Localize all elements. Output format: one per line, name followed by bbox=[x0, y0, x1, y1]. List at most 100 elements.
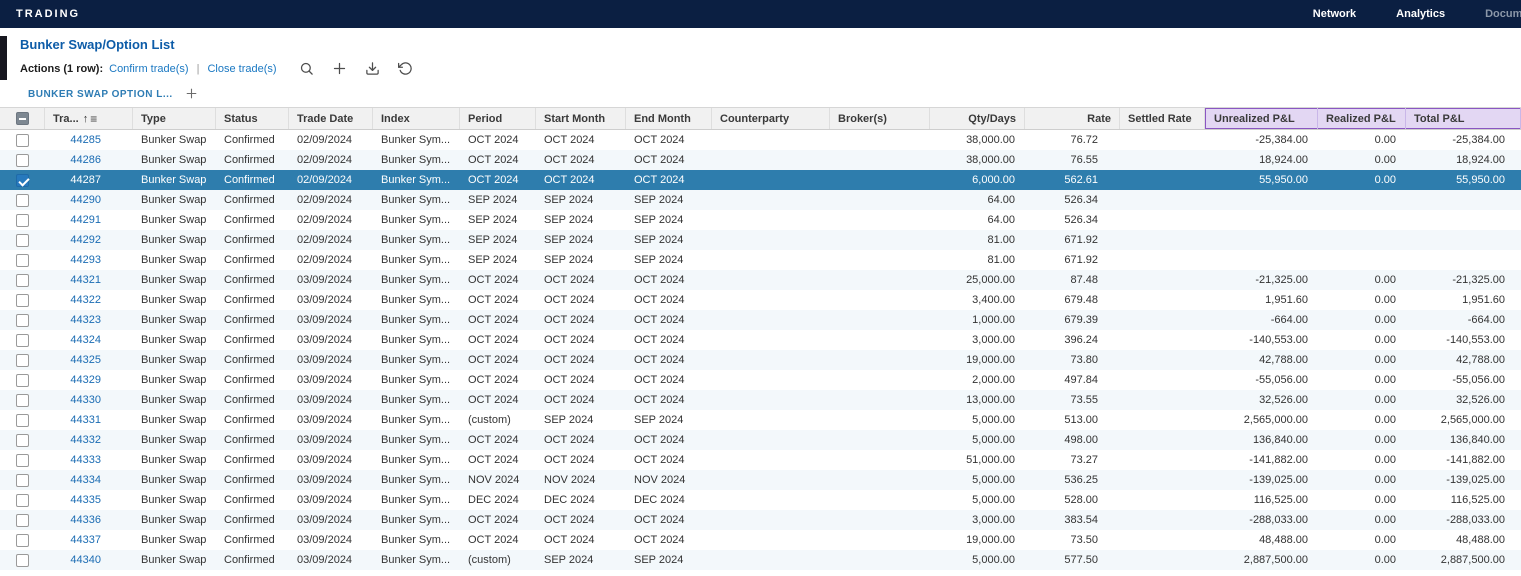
cell-brokers bbox=[830, 470, 930, 490]
row-checkbox[interactable] bbox=[16, 294, 29, 307]
cell-trade-id[interactable]: 44291 bbox=[45, 210, 133, 230]
table-row[interactable]: 44292 Bunker Swap Confirmed 02/09/2024 B… bbox=[0, 230, 1521, 250]
table-row[interactable]: 44331 Bunker Swap Confirmed 03/09/2024 B… bbox=[0, 410, 1521, 430]
table-row[interactable]: 44323 Bunker Swap Confirmed 03/09/2024 B… bbox=[0, 310, 1521, 330]
select-all-checkbox[interactable] bbox=[16, 112, 29, 125]
cell-trade-id[interactable]: 44292 bbox=[45, 230, 133, 250]
cell-trade-id[interactable]: 44322 bbox=[45, 290, 133, 310]
table-row[interactable]: 44336 Bunker Swap Confirmed 03/09/2024 B… bbox=[0, 510, 1521, 530]
cell-trade-id[interactable]: 44321 bbox=[45, 270, 133, 290]
col-header-start-month[interactable]: Start Month bbox=[536, 108, 626, 129]
nav-analytics[interactable]: Analytics bbox=[1396, 8, 1445, 20]
cell-trade-id[interactable]: 44323 bbox=[45, 310, 133, 330]
table-row[interactable]: 44334 Bunker Swap Confirmed 03/09/2024 B… bbox=[0, 470, 1521, 490]
cell-trade-id[interactable]: 44333 bbox=[45, 450, 133, 470]
table-row[interactable]: 44286 Bunker Swap Confirmed 02/09/2024 B… bbox=[0, 150, 1521, 170]
table-row[interactable]: 44322 Bunker Swap Confirmed 03/09/2024 B… bbox=[0, 290, 1521, 310]
table-row[interactable]: 44325 Bunker Swap Confirmed 03/09/2024 B… bbox=[0, 350, 1521, 370]
cell-trade-id[interactable]: 44337 bbox=[45, 530, 133, 550]
col-header-type[interactable]: Type bbox=[133, 108, 216, 129]
col-header-status[interactable]: Status bbox=[216, 108, 289, 129]
col-header-unrealized-pl[interactable]: Unrealized P&L bbox=[1205, 108, 1318, 129]
row-checkbox[interactable] bbox=[16, 174, 29, 187]
table-row[interactable]: 44293 Bunker Swap Confirmed 02/09/2024 B… bbox=[0, 250, 1521, 270]
table-row[interactable]: 44291 Bunker Swap Confirmed 02/09/2024 B… bbox=[0, 210, 1521, 230]
row-checkbox[interactable] bbox=[16, 254, 29, 267]
row-checkbox[interactable] bbox=[16, 234, 29, 247]
row-checkbox[interactable] bbox=[16, 414, 29, 427]
row-checkbox[interactable] bbox=[16, 354, 29, 367]
col-header-total-pl[interactable]: Total P&L bbox=[1406, 108, 1521, 129]
col-header-trade-id[interactable]: Tra... ↑ ≡ bbox=[45, 108, 133, 129]
cell-trade-id[interactable]: 44286 bbox=[45, 150, 133, 170]
left-panel-handle[interactable] bbox=[0, 36, 7, 80]
cell-trade-id[interactable]: 44325 bbox=[45, 350, 133, 370]
row-checkbox[interactable] bbox=[16, 534, 29, 547]
row-checkbox[interactable] bbox=[16, 514, 29, 527]
row-checkbox[interactable] bbox=[16, 474, 29, 487]
cell-trade-id[interactable]: 44335 bbox=[45, 490, 133, 510]
cell-trade-id[interactable]: 44340 bbox=[45, 550, 133, 570]
table-row[interactable]: 44340 Bunker Swap Confirmed 03/09/2024 B… bbox=[0, 550, 1521, 570]
row-checkbox[interactable] bbox=[16, 274, 29, 287]
cell-trade-id[interactable]: 44329 bbox=[45, 370, 133, 390]
col-header-brokers[interactable]: Broker(s) bbox=[830, 108, 930, 129]
col-header-index[interactable]: Index bbox=[373, 108, 460, 129]
download-icon[interactable] bbox=[365, 61, 381, 77]
cell-trade-id[interactable]: 44293 bbox=[45, 250, 133, 270]
cell-trade-id[interactable]: 44290 bbox=[45, 190, 133, 210]
table-row[interactable]: 44333 Bunker Swap Confirmed 03/09/2024 B… bbox=[0, 450, 1521, 470]
close-trades-link[interactable]: Close trade(s) bbox=[207, 63, 276, 75]
table-row[interactable]: 44285 Bunker Swap Confirmed 02/09/2024 B… bbox=[0, 130, 1521, 150]
col-header-qty-days[interactable]: Qty/Days bbox=[930, 108, 1025, 129]
row-checkbox[interactable] bbox=[16, 194, 29, 207]
table-row[interactable]: 44287 Bunker Swap Confirmed 02/09/2024 B… bbox=[0, 170, 1521, 190]
row-checkbox[interactable] bbox=[16, 334, 29, 347]
row-checkbox[interactable] bbox=[16, 134, 29, 147]
cell-start-month: NOV 2024 bbox=[536, 470, 626, 490]
table-row[interactable]: 44332 Bunker Swap Confirmed 03/09/2024 B… bbox=[0, 430, 1521, 450]
search-icon[interactable] bbox=[299, 61, 315, 77]
row-checkbox[interactable] bbox=[16, 494, 29, 507]
col-header-settled-rate[interactable]: Settled Rate bbox=[1120, 108, 1205, 129]
cell-trade-id[interactable]: 44324 bbox=[45, 330, 133, 350]
table-row[interactable]: 44324 Bunker Swap Confirmed 03/09/2024 B… bbox=[0, 330, 1521, 350]
col-header-trade-date[interactable]: Trade Date bbox=[289, 108, 373, 129]
cell-trade-id[interactable]: 44330 bbox=[45, 390, 133, 410]
cell-qty-days: 38,000.00 bbox=[930, 130, 1025, 150]
col-header-end-month[interactable]: End Month bbox=[626, 108, 712, 129]
row-checkbox[interactable] bbox=[16, 394, 29, 407]
col-header-rate[interactable]: Rate bbox=[1025, 108, 1120, 129]
tab-bunker-swap-option-list[interactable]: BUNKER SWAP OPTION L... bbox=[28, 89, 173, 100]
cell-trade-id[interactable]: 44334 bbox=[45, 470, 133, 490]
table-row[interactable]: 44290 Bunker Swap Confirmed 02/09/2024 B… bbox=[0, 190, 1521, 210]
cell-trade-id[interactable]: 44336 bbox=[45, 510, 133, 530]
row-checkbox[interactable] bbox=[16, 454, 29, 467]
table-row[interactable]: 44337 Bunker Swap Confirmed 03/09/2024 B… bbox=[0, 530, 1521, 550]
table-row[interactable]: 44321 Bunker Swap Confirmed 03/09/2024 B… bbox=[0, 270, 1521, 290]
row-checkbox[interactable] bbox=[16, 374, 29, 387]
nav-network[interactable]: Network bbox=[1313, 8, 1356, 20]
add-tab-icon[interactable] bbox=[185, 87, 198, 103]
row-checkbox[interactable] bbox=[16, 314, 29, 327]
cell-trade-id[interactable]: 44287 bbox=[45, 170, 133, 190]
table-row[interactable]: 44329 Bunker Swap Confirmed 03/09/2024 B… bbox=[0, 370, 1521, 390]
col-header-counterparty[interactable]: Counterparty bbox=[712, 108, 830, 129]
cell-trade-id[interactable]: 44285 bbox=[45, 130, 133, 150]
column-menu-icon[interactable]: ≡ bbox=[90, 112, 97, 126]
nav-documents[interactable]: Documents bbox=[1485, 8, 1521, 20]
confirm-trades-link[interactable]: Confirm trade(s) bbox=[109, 63, 188, 75]
col-header-period[interactable]: Period bbox=[460, 108, 536, 129]
row-checkbox[interactable] bbox=[16, 154, 29, 167]
cell-trade-id[interactable]: 44332 bbox=[45, 430, 133, 450]
col-header-realized-pl[interactable]: Realized P&L bbox=[1318, 108, 1406, 129]
table-row[interactable]: 44335 Bunker Swap Confirmed 03/09/2024 B… bbox=[0, 490, 1521, 510]
row-checkbox[interactable] bbox=[16, 434, 29, 447]
row-checkbox[interactable] bbox=[16, 554, 29, 567]
cell-index: Bunker Sym... bbox=[373, 490, 460, 510]
row-checkbox[interactable] bbox=[16, 214, 29, 227]
add-icon[interactable] bbox=[332, 61, 348, 77]
cell-trade-id[interactable]: 44331 bbox=[45, 410, 133, 430]
table-row[interactable]: 44330 Bunker Swap Confirmed 03/09/2024 B… bbox=[0, 390, 1521, 410]
undo-icon[interactable] bbox=[398, 61, 414, 77]
